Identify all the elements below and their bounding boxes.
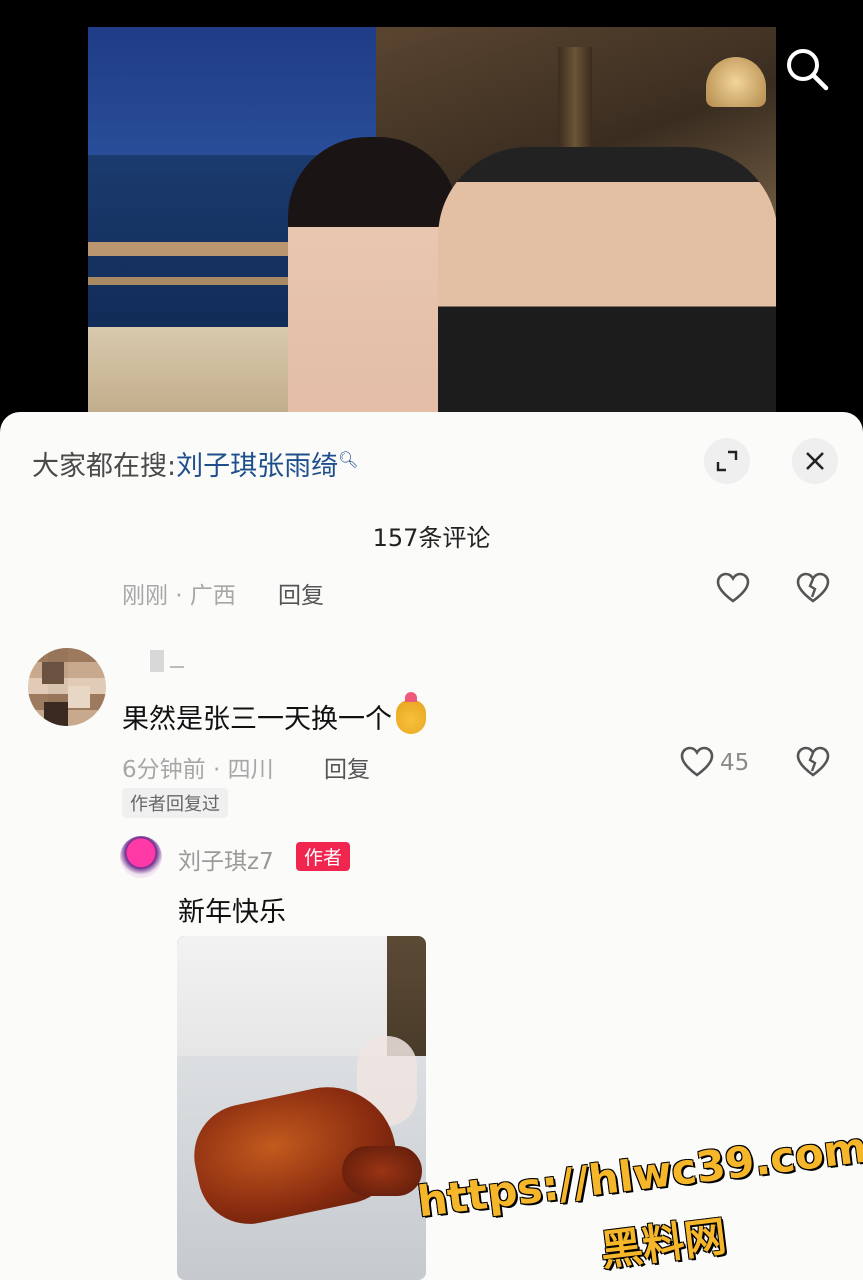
author-badge: 作者: [296, 842, 351, 871]
prev-dislike-button[interactable]: [796, 572, 830, 608]
commenter-name-blurred-line: [170, 666, 184, 668]
heart-icon: [680, 746, 714, 777]
comment-reply-button[interactable]: 回复: [324, 750, 370, 784]
search-button[interactable]: [784, 46, 830, 92]
reply-image-duck-head: [342, 1146, 422, 1196]
comment-count: 157条评论: [372, 524, 491, 552]
heart-hands-emoji-icon: [396, 692, 426, 734]
author-replied-badge: 作者回复过: [122, 788, 228, 818]
author-name[interactable]: 刘子琪z7: [178, 842, 274, 876]
photo-person-man: [438, 147, 776, 427]
video-photo: [88, 27, 776, 427]
author-reply-text: 新年快乐: [178, 897, 286, 928]
expand-button[interactable]: [704, 438, 750, 484]
reply-image[interactable]: [177, 936, 426, 1280]
comment-text: 果然是张三一天换一个: [122, 704, 392, 735]
comment-like-count: 45: [720, 750, 750, 776]
author-avatar[interactable]: [120, 836, 162, 878]
broken-heart-icon: [796, 572, 830, 603]
heart-icon: [716, 572, 750, 603]
photo-person-woman: [288, 137, 458, 427]
broken-heart-icon: [796, 746, 830, 777]
prev-reply-button[interactable]: 回复: [278, 576, 324, 610]
prev-like-button[interactable]: [716, 572, 750, 608]
commenter-name-blurred: [150, 650, 164, 672]
trending-search-keyword[interactable]: 刘子琪张雨绮: [176, 451, 338, 482]
comment-meta: 6分钟前 · 四川: [122, 757, 274, 783]
close-icon: [806, 452, 824, 470]
trending-search-bar: 大家都在搜:刘子琪张雨绮🔍︎: [32, 444, 358, 483]
prev-comment-meta: 刚刚 · 广西: [122, 583, 236, 609]
comment-like-button[interactable]: [680, 746, 714, 782]
commenter-avatar[interactable]: [28, 648, 106, 726]
close-button[interactable]: [792, 438, 838, 484]
search-icon: [787, 49, 829, 91]
trending-search-prefix: 大家都在搜:: [32, 451, 177, 482]
expand-icon: [716, 450, 738, 472]
comment-text-row: 果然是张三一天换一个: [122, 692, 426, 736]
comment-dislike-button[interactable]: [796, 746, 830, 782]
video-area[interactable]: [0, 0, 863, 430]
search-small-icon: 🔍︎: [338, 450, 359, 469]
